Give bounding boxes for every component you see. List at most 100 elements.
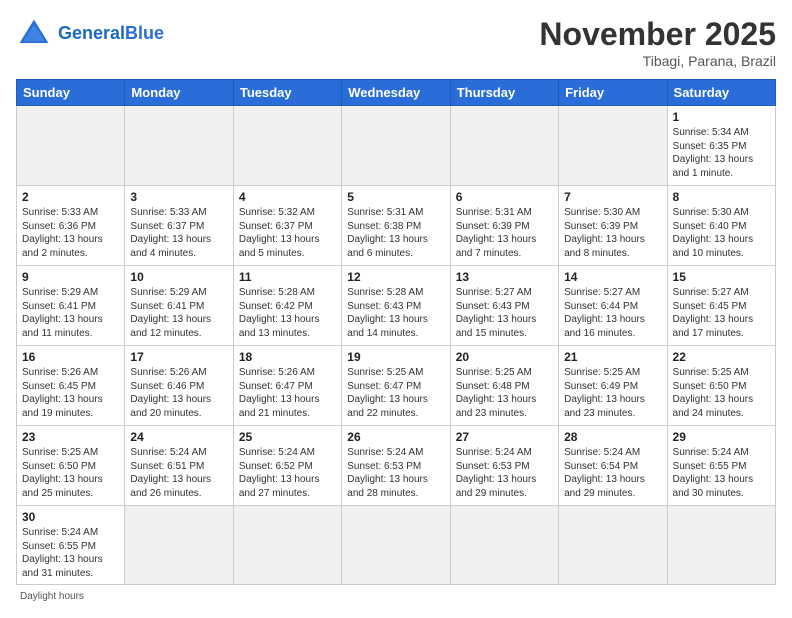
cell-info: Sunrise: 5:27 AMSunset: 6:45 PMDaylight:…	[673, 286, 770, 340]
weekday-header-monday: Monday	[125, 80, 233, 106]
day-number: 10	[130, 270, 227, 284]
cell-info: Sunrise: 5:33 AMSunset: 6:37 PMDaylight:…	[130, 206, 227, 260]
calendar-cell	[450, 506, 558, 585]
calendar-cell: 22Sunrise: 5:25 AMSunset: 6:50 PMDayligh…	[667, 346, 775, 426]
cell-info: Sunrise: 5:26 AMSunset: 6:46 PMDaylight:…	[130, 366, 227, 420]
calendar-cell: 25 Sunrise: 5:24 AMSunset: 6:52 PMDayligh…	[233, 426, 341, 506]
calendar-table: SundayMondayTuesdayWednesdayThursdayFrid…	[16, 79, 776, 585]
calendar-cell	[342, 106, 450, 186]
logo: GeneralBlue	[16, 16, 164, 52]
day-number: 3	[130, 190, 227, 204]
day-number: 19	[347, 350, 444, 364]
weekday-header-thursday: Thursday	[450, 80, 558, 106]
calendar-cell	[125, 506, 233, 585]
location: Tibagi, Parana, Brazil	[539, 53, 776, 69]
day-number: 29	[673, 430, 770, 444]
day-number: 18	[239, 350, 336, 364]
day-number: 5	[347, 190, 444, 204]
calendar-cell: 7 Sunrise: 5:30 AMSunset: 6:39 PMDaylight…	[559, 186, 667, 266]
calendar-week-3: 9 Sunrise: 5:29 AMSunset: 6:41 PMDaylight…	[17, 266, 776, 346]
calendar-cell	[450, 106, 558, 186]
day-number: 23	[22, 430, 119, 444]
calendar-cell: 12Sunrise: 5:28 AMSunset: 6:43 PMDayligh…	[342, 266, 450, 346]
cell-info: Sunrise: 5:24 AMSunset: 6:53 PMDaylight:…	[456, 446, 553, 500]
calendar-cell	[559, 106, 667, 186]
calendar-cell: 4Sunrise: 5:32 AMSunset: 6:37 PMDaylight…	[233, 186, 341, 266]
footer-label: Daylight hours	[16, 591, 776, 602]
day-number: 16	[22, 350, 119, 364]
calendar-week-6: 30Sunrise: 5:24 AMSunset: 6:55 PMDayligh…	[17, 506, 776, 585]
day-number: 12	[347, 270, 444, 284]
logo-general: General	[58, 23, 125, 43]
day-number: 28	[564, 430, 661, 444]
cell-info: Sunrise: 5:29 AMSunset: 6:41 PMDaylight:…	[22, 286, 119, 340]
day-number: 17	[130, 350, 227, 364]
cell-info: Sunrise: 5:25 AMSunset: 6:50 PMDaylight:…	[22, 446, 119, 500]
cell-info: Sunrise: 5:25 AMSunset: 6:49 PMDaylight:…	[564, 366, 661, 420]
calendar-cell: 29 Sunrise: 5:24 AMSunset: 6:55 PMDayligh…	[667, 426, 775, 506]
calendar-cell: 3 Sunrise: 5:33 AMSunset: 6:37 PMDaylight…	[125, 186, 233, 266]
calendar-cell	[559, 506, 667, 585]
calendar-cell: 23 Sunrise: 5:25 AMSunset: 6:50 PMDayligh…	[17, 426, 125, 506]
calendar-cell: 27 Sunrise: 5:24 AMSunset: 6:53 PMDayligh…	[450, 426, 558, 506]
weekday-header-row: SundayMondayTuesdayWednesdayThursdayFrid…	[17, 80, 776, 106]
calendar-cell	[233, 506, 341, 585]
cell-info: Sunrise: 5:30 AMSunset: 6:39 PMDaylight:…	[564, 206, 661, 260]
calendar-cell: 17 Sunrise: 5:26 AMSunset: 6:46 PMDayligh…	[125, 346, 233, 426]
calendar-cell	[667, 506, 775, 585]
cell-info: Sunrise: 5:26 AMSunset: 6:47 PMDaylight:…	[239, 366, 336, 420]
day-number: 22	[673, 350, 770, 364]
calendar-cell: 5 Sunrise: 5:31 AMSunset: 6:38 PMDaylight…	[342, 186, 450, 266]
calendar-cell: 15 Sunrise: 5:27 AMSunset: 6:45 PMDayligh…	[667, 266, 775, 346]
calendar-cell	[17, 106, 125, 186]
day-number: 13	[456, 270, 553, 284]
weekday-header-friday: Friday	[559, 80, 667, 106]
day-number: 7	[564, 190, 661, 204]
day-number: 9	[22, 270, 119, 284]
weekday-header-saturday: Saturday	[667, 80, 775, 106]
calendar-cell: 18 Sunrise: 5:26 AMSunset: 6:47 PMDayligh…	[233, 346, 341, 426]
calendar-week-2: 2Sunrise: 5:33 AMSunset: 6:36 PMDaylight…	[17, 186, 776, 266]
day-number: 25	[239, 430, 336, 444]
day-number: 21	[564, 350, 661, 364]
cell-info: Sunrise: 5:24 AMSunset: 6:51 PMDaylight:…	[130, 446, 227, 500]
cell-info: Sunrise: 5:24 AMSunset: 6:53 PMDaylight:…	[347, 446, 444, 500]
day-number: 30	[22, 510, 119, 524]
cell-info: Sunrise: 5:25 AMSunset: 6:48 PMDaylight:…	[456, 366, 553, 420]
calendar-cell: 24Sunrise: 5:24 AMSunset: 6:51 PMDayligh…	[125, 426, 233, 506]
calendar-cell: 8Sunrise: 5:30 AMSunset: 6:40 PMDaylight…	[667, 186, 775, 266]
calendar-week-5: 23 Sunrise: 5:25 AMSunset: 6:50 PMDayligh…	[17, 426, 776, 506]
cell-info: Sunrise: 5:25 AMSunset: 6:47 PMDaylight:…	[347, 366, 444, 420]
title-block: November 2025 Tibagi, Parana, Brazil	[539, 16, 776, 69]
calendar-cell: 19 Sunrise: 5:25 AMSunset: 6:47 PMDayligh…	[342, 346, 450, 426]
day-number: 6	[456, 190, 553, 204]
calendar-cell: 16Sunrise: 5:26 AMSunset: 6:45 PMDayligh…	[17, 346, 125, 426]
calendar-cell: 6 Sunrise: 5:31 AMSunset: 6:39 PMDaylight…	[450, 186, 558, 266]
calendar-cell: 13Sunrise: 5:27 AMSunset: 6:43 PMDayligh…	[450, 266, 558, 346]
calendar-cell: 30Sunrise: 5:24 AMSunset: 6:55 PMDayligh…	[17, 506, 125, 585]
calendar-body: 1Sunrise: 5:34 AMSunset: 6:35 PMDaylight…	[17, 106, 776, 585]
calendar-cell: 26 Sunrise: 5:24 AMSunset: 6:53 PMDayligh…	[342, 426, 450, 506]
cell-info: Sunrise: 5:28 AMSunset: 6:42 PMDaylight:…	[239, 286, 336, 340]
calendar-cell: 28 Sunrise: 5:24 AMSunset: 6:54 PMDayligh…	[559, 426, 667, 506]
cell-info: Sunrise: 5:24 AMSunset: 6:54 PMDaylight:…	[564, 446, 661, 500]
day-number: 8	[673, 190, 770, 204]
day-number: 11	[239, 270, 336, 284]
cell-info: Sunrise: 5:24 AMSunset: 6:52 PMDaylight:…	[239, 446, 336, 500]
cell-info: Sunrise: 5:31 AMSunset: 6:39 PMDaylight:…	[456, 206, 553, 260]
calendar-cell: 10Sunrise: 5:29 AMSunset: 6:41 PMDayligh…	[125, 266, 233, 346]
cell-info: Sunrise: 5:24 AMSunset: 6:55 PMDaylight:…	[673, 446, 770, 500]
day-number: 4	[239, 190, 336, 204]
weekday-header-wednesday: Wednesday	[342, 80, 450, 106]
calendar-cell: 9 Sunrise: 5:29 AMSunset: 6:41 PMDaylight…	[17, 266, 125, 346]
calendar-cell: 11 Sunrise: 5:28 AMSunset: 6:42 PMDayligh…	[233, 266, 341, 346]
calendar-cell: 14Sunrise: 5:27 AMSunset: 6:44 PMDayligh…	[559, 266, 667, 346]
cell-info: Sunrise: 5:31 AMSunset: 6:38 PMDaylight:…	[347, 206, 444, 260]
day-number: 15	[673, 270, 770, 284]
month-title: November 2025	[539, 16, 776, 53]
day-number: 26	[347, 430, 444, 444]
calendar-week-4: 16Sunrise: 5:26 AMSunset: 6:45 PMDayligh…	[17, 346, 776, 426]
day-number: 1	[673, 110, 770, 124]
calendar-cell	[233, 106, 341, 186]
day-number: 27	[456, 430, 553, 444]
